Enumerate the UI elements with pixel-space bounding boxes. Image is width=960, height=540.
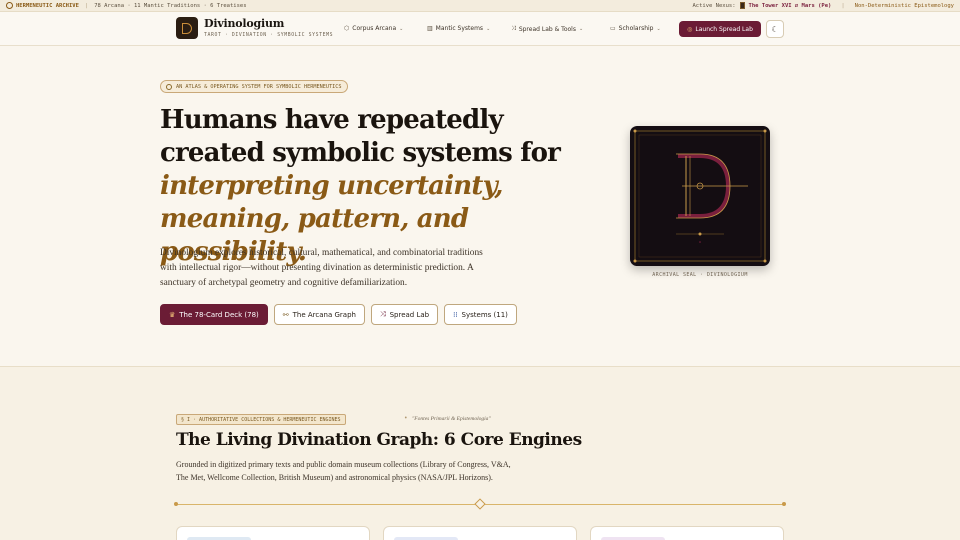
bullet-separator: • [404,415,408,422]
nexus-status: Active Nexus: The Tower XVI ⇄ Mars (Pe) … [692,2,954,9]
hero-lead: Divinologium explores historical, cultur… [160,248,483,288]
brand-name[interactable]: Divinologium [204,17,284,30]
deck-button[interactable]: ♛ The 78-Card Deck (78) [160,304,268,325]
nav-label: Spread Lab & Tools [518,25,576,33]
section-latin-motto: "Fontes Primarii & Epistemologia" [412,416,491,422]
divider-end-dot [174,502,178,506]
divider: | [84,2,89,9]
launch-spread-lab-button[interactable]: ◎ Launch Spread Lab [679,21,761,37]
chevron-down-icon: ⌄ [656,25,661,32]
spread-lab-button[interactable]: ⤨ Spread Lab [370,304,439,325]
bars-icon: ▥ [427,25,433,32]
section-title: The Living Divination Graph: 6 Core Engi… [176,430,582,450]
chevron-down-icon: ⌄ [399,25,404,32]
divider-end-dot [782,502,786,506]
archive-stats: 78 Arcana · 11 Mantic Traditions · 6 Tre… [94,2,247,9]
tarot-card-icon [739,2,745,9]
moon-icon: ☾ [771,24,779,34]
button-label: Systems (11) [461,310,508,319]
chevron-down-icon: ⌄ [486,25,491,32]
compass-icon [6,2,13,9]
top-status-bar: HERMENEUTIC ARCHIVE | 78 Arcana · 11 Man… [0,0,960,12]
theme-toggle-button[interactable]: ☾ [766,20,784,38]
cube-icon: ⬡ [344,25,350,32]
brand-subtitle: TAROT · DIVINATION · SYMBOLIC SYSTEMS [204,33,334,38]
crown-icon: ♛ [169,310,176,319]
engines-section [0,366,960,540]
engine-card[interactable] [590,526,784,540]
epistemology-label: Non-Deterministic Epistemology [854,2,954,9]
nav-mantic-systems[interactable]: ▥ Mantic Systems ⌄ [427,25,490,32]
launch-label: Launch Spread Lab [695,25,753,33]
ornamental-divider [174,498,786,510]
nav-label: Scholarship [618,25,654,32]
main-nav: Divinologium TAROT · DIVINATION · SYMBOL… [0,12,960,46]
nexus-label: Active Nexus: [692,2,736,9]
seal-emblem-icon [633,129,767,263]
nexus-value[interactable]: The Tower XVI ⇄ Mars (Pe) [749,3,832,9]
engine-card[interactable] [176,526,370,540]
nav-label: Mantic Systems [435,25,484,32]
nav-spread-lab-tools[interactable]: ⤨ Spread Lab & Tools ⌄ [511,25,583,33]
hero-badge: AN ATLAS & OPERATING SYSTEM FOR SYMBOLIC… [160,80,348,93]
nav-label: Corpus Arcana [352,25,397,32]
graph-icon: ⚯ [282,310,289,319]
shuffle-icon: ⤨ [511,25,516,32]
archive-text: HERMENEUTIC ARCHIVE [16,2,79,9]
shuffle-icon: ⤨ [379,310,386,318]
arcana-graph-button[interactable]: ⚯ The Arcana Graph [273,304,365,325]
section-description: Grounded in digitized primary texts and … [176,460,511,482]
grid-icon: ⁞⁞ [453,310,458,319]
seal-caption: ARCHIVAL SEAL · DIVINOLOGIUM [652,272,748,278]
nav-scholarship[interactable]: ▭ Scholarship ⌄ [610,25,661,32]
hero-buttons: ♛ The 78-Card Deck (78) ⚯ The Arcana Gra… [160,304,517,325]
divider: | [841,2,845,9]
section-badge: § I · AUTHORITATIVE COLLECTIONS & HERMEN… [176,414,346,425]
book-icon: ▭ [610,25,616,32]
sparkle-icon: ◎ [687,25,693,33]
archive-label: HERMENEUTIC ARCHIVE [6,2,79,9]
hero-title: Humans have repeatedly created symbolic … [160,104,600,269]
logo-icon[interactable] [176,17,198,39]
engine-card[interactable] [383,526,577,540]
systems-button[interactable]: ⁞⁞ Systems (11) [444,304,517,325]
button-label: Spread Lab [389,310,430,319]
archival-seal [630,126,770,266]
nav-corpus-arcana[interactable]: ⬡ Corpus Arcana ⌄ [344,25,403,32]
button-label: The Arcana Graph [292,310,356,319]
hero-badge-text: AN ATLAS & OPERATING SYSTEM FOR SYMBOLIC… [176,83,342,90]
check-circle-icon [166,83,172,90]
chevron-down-icon: ⌄ [578,26,584,32]
hero-title-plain: Humans have repeatedly created symbolic … [160,105,561,168]
button-label: The 78-Card Deck (78) [179,310,259,319]
